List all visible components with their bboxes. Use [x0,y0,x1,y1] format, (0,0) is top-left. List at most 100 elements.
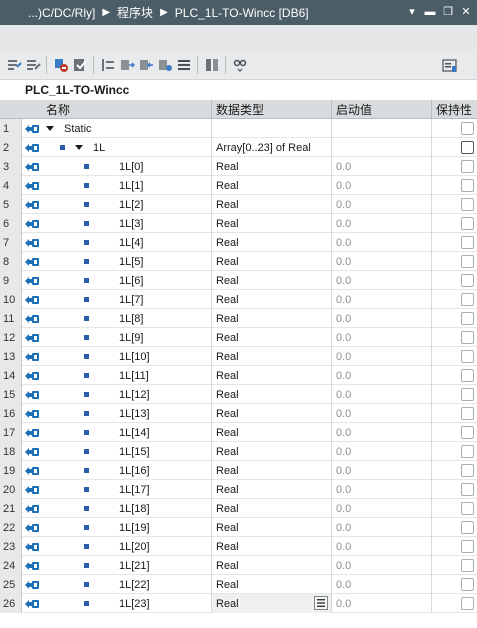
row-number[interactable]: 5 [0,195,22,214]
add-row-icon[interactable] [136,56,155,75]
cell-datatype[interactable]: Real [212,271,332,290]
retain-checkbox[interactable] [461,597,474,610]
row-number[interactable]: 3 [0,157,22,176]
retain-checkbox[interactable] [461,312,474,325]
row-number[interactable]: 25 [0,575,22,594]
cell-datatype[interactable]: Real [212,252,332,271]
retain-checkbox[interactable] [461,369,474,382]
retain-checkbox[interactable] [461,578,474,591]
row-number[interactable]: 19 [0,461,22,480]
table-row[interactable]: 7 1L[4] Real 0.0 [0,233,477,252]
cell-start-value[interactable]: 0.0 [332,499,432,518]
retain-checkbox[interactable] [461,274,474,287]
cell-name[interactable]: 1L[16] [42,461,212,480]
overview-icon[interactable] [440,56,459,75]
table-row[interactable]: 8 1L[5] Real 0.0 [0,252,477,271]
row-number[interactable]: 20 [0,480,22,499]
row-number[interactable]: 15 [0,385,22,404]
cell-name[interactable]: 1L [42,138,212,157]
row-number[interactable]: 8 [0,252,22,271]
cell-datatype[interactable]: Real [212,214,332,233]
row-number[interactable]: 22 [0,518,22,537]
row-number[interactable]: 2 [0,138,22,157]
cell-name[interactable]: 1L[8] [42,309,212,328]
cell-datatype[interactable]: Real [212,442,332,461]
cell-datatype[interactable]: Real [212,328,332,347]
cell-datatype[interactable]: Array[0..23] of Real [212,138,332,157]
retain-checkbox[interactable] [461,559,474,572]
cell-start-value[interactable]: 0.0 [332,385,432,404]
cell-datatype[interactable]: Real [212,385,332,404]
row-number[interactable]: 18 [0,442,22,461]
row-number[interactable]: 6 [0,214,22,233]
cell-datatype[interactable]: Real [212,404,332,423]
cell-name[interactable]: 1L[14] [42,423,212,442]
table-row[interactable]: 20 1L[17] Real 0.0 [0,480,477,499]
table-row[interactable]: 14 1L[11] Real 0.0 [0,366,477,385]
cell-start-value[interactable] [332,138,432,157]
cell-name[interactable]: 1L[2] [42,195,212,214]
column-header-datatype[interactable]: 数据类型 [212,100,332,119]
retain-checkbox[interactable] [461,331,474,344]
table-row[interactable]: 15 1L[12] Real 0.0 [0,385,477,404]
cell-start-value[interactable]: 0.0 [332,366,432,385]
expand-arrow-icon[interactable] [46,126,54,131]
cell-name[interactable]: 1L[0] [42,157,212,176]
row-number[interactable]: 21 [0,499,22,518]
row-number[interactable]: 23 [0,537,22,556]
cell-start-value[interactable]: 0.0 [332,575,432,594]
row-number[interactable]: 11 [0,309,22,328]
row-number[interactable]: 7 [0,233,22,252]
column-header-retain[interactable]: 保持性 [432,100,477,119]
cell-start-value[interactable]: 0.0 [332,556,432,575]
cell-name[interactable]: Static [42,119,212,138]
retain-checkbox[interactable] [461,426,474,439]
row-number[interactable]: 13 [0,347,22,366]
cell-datatype[interactable]: Real [212,347,332,366]
cell-start-value[interactable]: 0.0 [332,233,432,252]
cell-datatype[interactable]: Real [212,461,332,480]
retain-checkbox[interactable] [461,236,474,249]
cell-start-value[interactable]: 0.0 [332,176,432,195]
cell-start-value[interactable]: 0.0 [332,518,432,537]
table-row[interactable]: 19 1L[16] Real 0.0 [0,461,477,480]
cell-name[interactable]: 1L[21] [42,556,212,575]
cell-name[interactable]: 1L[23] [42,594,212,613]
column-header-name[interactable]: 名称 [42,100,212,119]
retain-checkbox[interactable] [461,122,474,135]
cell-name[interactable]: 1L[18] [42,499,212,518]
cell-start-value[interactable]: 0.0 [332,252,432,271]
retain-checkbox[interactable] [461,407,474,420]
table-row[interactable]: 6 1L[3] Real 0.0 [0,214,477,233]
cell-name[interactable]: 1L[9] [42,328,212,347]
table-row[interactable]: 2 1L Array[0..23] of Real [0,138,477,157]
cell-start-value[interactable]: 0.0 [332,328,432,347]
datatype-list-button[interactable] [314,596,328,610]
cell-datatype[interactable]: Real [212,518,332,537]
list-icon[interactable] [174,56,193,75]
cell-start-value[interactable]: 0.0 [332,442,432,461]
table-row[interactable]: 10 1L[7] Real 0.0 [0,290,477,309]
cell-datatype[interactable]: Real [212,480,332,499]
retain-checkbox[interactable] [461,255,474,268]
table-row[interactable]: 23 1L[20] Real 0.0 [0,537,477,556]
cell-datatype[interactable]: Real [212,233,332,252]
row-number[interactable]: 9 [0,271,22,290]
cell-datatype[interactable]: Real [212,423,332,442]
table-row[interactable]: 24 1L[21] Real 0.0 [0,556,477,575]
insert-row-icon[interactable] [117,56,136,75]
cell-datatype[interactable]: Real [212,499,332,518]
table-row[interactable]: 9 1L[6] Real 0.0 [0,271,477,290]
cell-start-value[interactable]: 0.0 [332,423,432,442]
retain-checkbox[interactable] [461,198,474,211]
cell-datatype[interactable]: Real [212,176,332,195]
cell-start-value[interactable]: 0.0 [332,537,432,556]
cell-start-value[interactable]: 0.0 [332,290,432,309]
table-row[interactable]: 3 1L[0] Real 0.0 [0,157,477,176]
table-row[interactable]: 13 1L[10] Real 0.0 [0,347,477,366]
load-start-values-icon[interactable] [51,56,70,75]
cell-name[interactable]: 1L[20] [42,537,212,556]
retain-checkbox[interactable] [461,293,474,306]
reset-icon[interactable] [202,56,221,75]
cell-name[interactable]: 1L[5] [42,252,212,271]
